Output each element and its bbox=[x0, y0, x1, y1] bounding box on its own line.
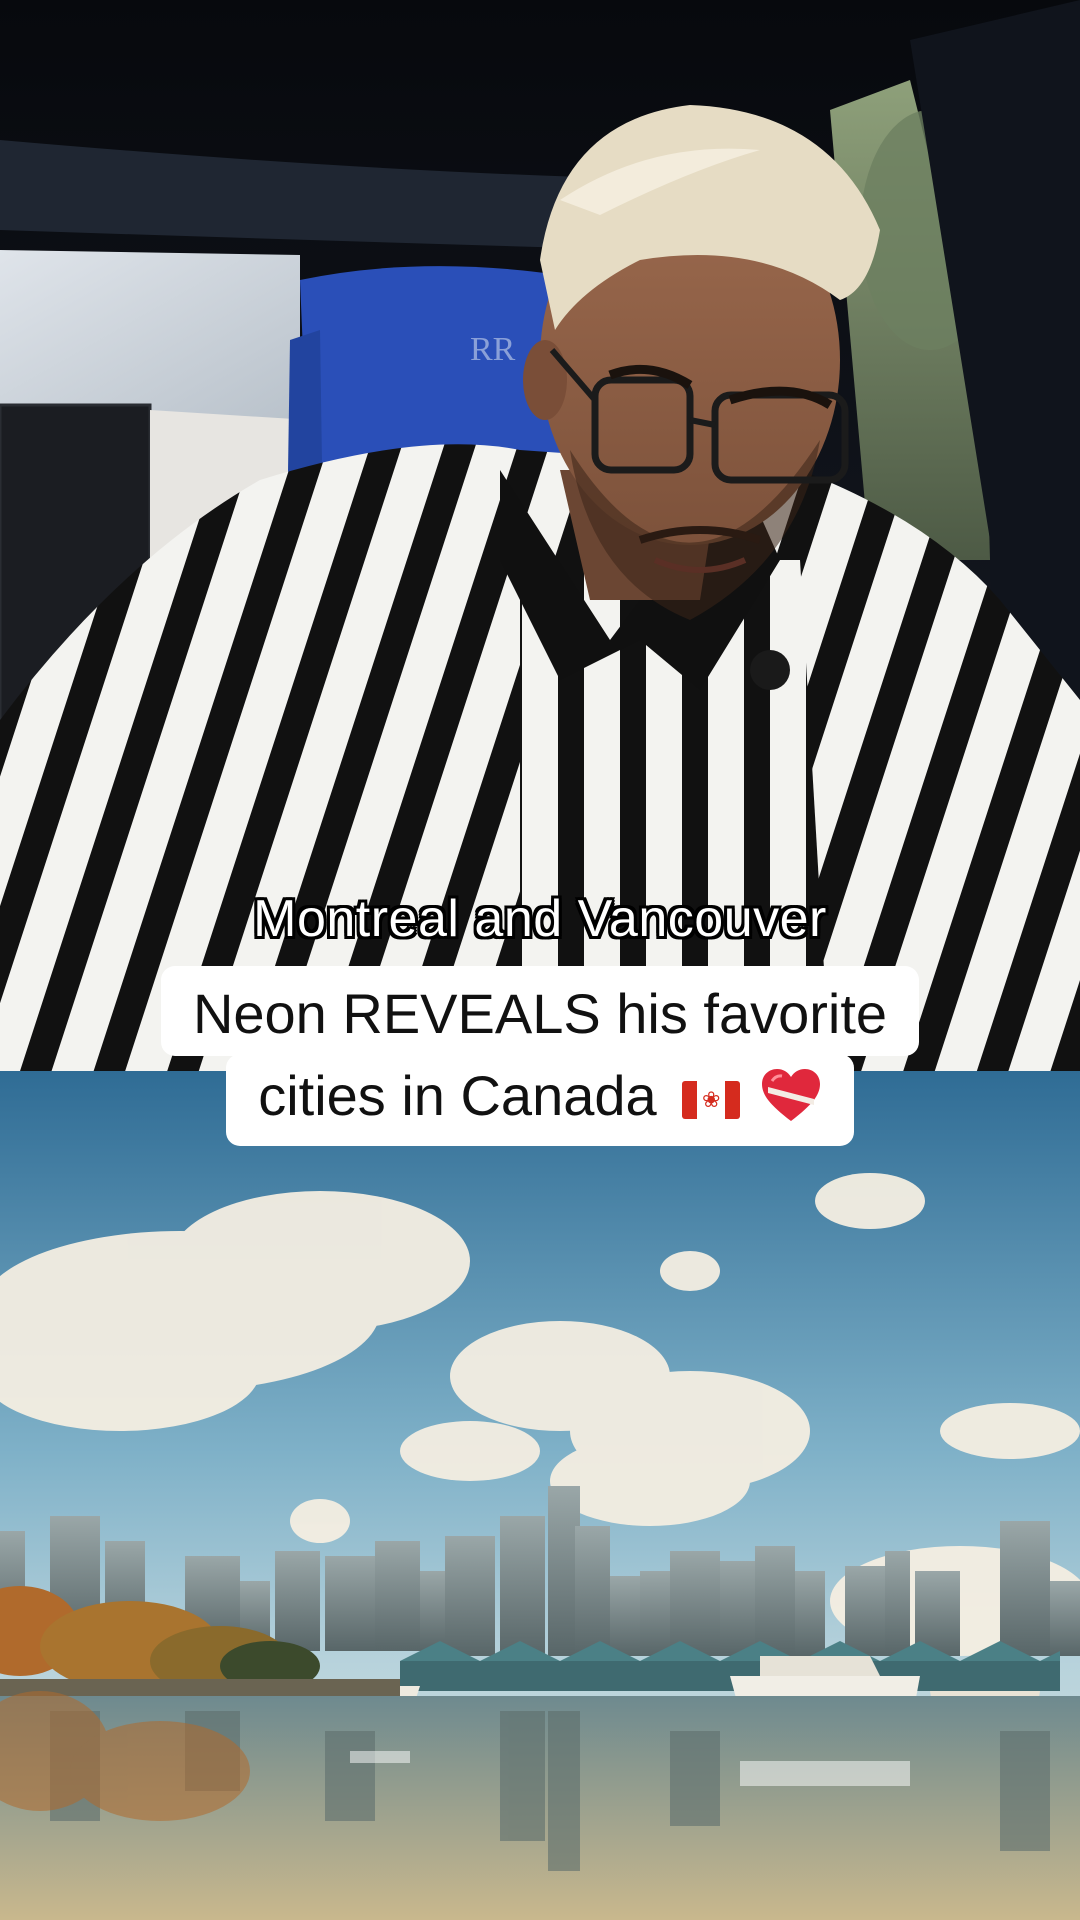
title-text-2: cities in Canada bbox=[258, 1064, 657, 1127]
svg-text:RR: RR bbox=[470, 331, 516, 368]
title-line-1: Neon REVEALS his favorite bbox=[160, 966, 920, 1056]
title-card: Neon REVEALS his favorite cities in Cana… bbox=[0, 966, 1080, 1146]
title-line-2: cities in Canada ❀ bbox=[226, 1054, 854, 1146]
video-frame-bottom bbox=[0, 1071, 1080, 1920]
mending-heart-icon bbox=[761, 1069, 820, 1121]
title-text-1: Neon REVEALS his favorite bbox=[192, 982, 888, 1045]
subtitle-caption: Montreal and Vancouver bbox=[253, 890, 827, 948]
city-skyline-scene bbox=[0, 1071, 1080, 1920]
canada-flag-icon: ❀ bbox=[682, 1081, 741, 1119]
